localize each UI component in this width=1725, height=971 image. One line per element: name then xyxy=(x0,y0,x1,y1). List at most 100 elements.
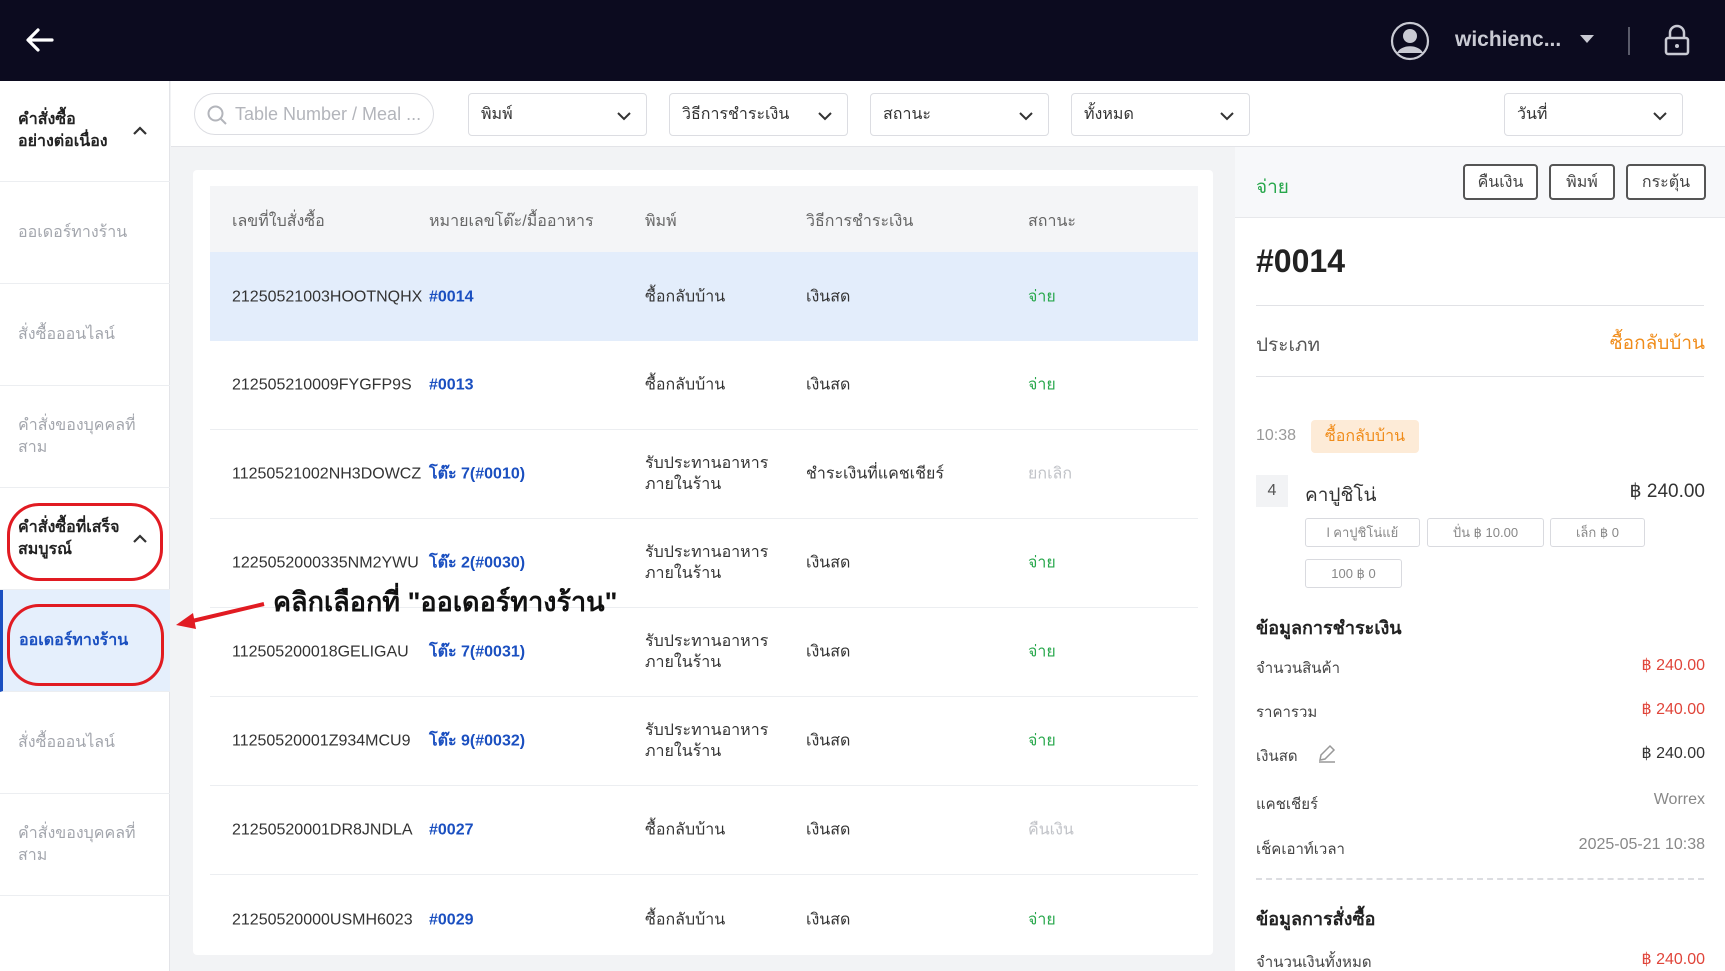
select-value: วันที่ xyxy=(1517,106,1548,123)
search-input[interactable]: Table Number / Meal ... xyxy=(194,93,434,135)
sidebar-group-label: คำสั่งซื้ออย่างต่อเนื่อง xyxy=(18,111,108,150)
table-number: โต๊ะ 9(#0032) xyxy=(429,732,526,750)
payment-method: เงินสด xyxy=(806,554,851,572)
chevron-down-icon xyxy=(818,112,832,121)
sidebar-item-label: สั่งซื้อออนไลน์ xyxy=(18,733,115,751)
type-label: ประเภท xyxy=(1256,335,1321,356)
order-type: ซื้อกลับบ้าน xyxy=(645,376,726,394)
annotation-arrow-icon xyxy=(176,602,265,629)
table-row[interactable]: 21250520000USMH6023 #0029 ซื้อกลับบ้าน เ… xyxy=(210,875,1198,964)
table-row[interactable]: 11250521002NH3DOWCZ โต๊ะ 7(#0010) รับประ… xyxy=(210,430,1198,519)
payment-method: เงินสด xyxy=(806,732,851,750)
caret-down-icon[interactable] xyxy=(1578,30,1596,48)
trigger-button[interactable]: กระตุ้น xyxy=(1626,164,1706,200)
print-button[interactable]: พิมพ์ xyxy=(1549,164,1615,200)
table-row[interactable]: 212505210009FYGFP9S #0013 ซื้อกลับบ้าน เ… xyxy=(210,341,1198,430)
order-status: จ่าย xyxy=(1028,288,1056,305)
annotation-text: คลิกเลือกที่ "ออเดอร์ทางร้าน" xyxy=(273,587,618,617)
sidebar-item-completed-third-party[interactable]: คำสั่งของบุคคลที่สาม xyxy=(0,794,170,896)
payment-value: ฿ 240.00 xyxy=(1641,701,1705,718)
order-status: คืนเงิน xyxy=(1028,821,1074,839)
username[interactable]: wichienc... xyxy=(1455,28,1561,52)
payment-value: ฿ 240.00 xyxy=(1641,657,1705,674)
sidebar: คำสั่งซื้ออย่างต่อเนื่อง ออเดอร์ทางร้าน … xyxy=(0,81,170,971)
item-option-tag: เล็ก ฿ 0 xyxy=(1550,518,1645,547)
search-placeholder: Table Number / Meal ... xyxy=(235,103,422,124)
sidebar-group-completed[interactable]: คำสั่งซื้อที่เสร็จสมบูรณ์ xyxy=(0,488,170,590)
order-id: 112505200018GELIGAU xyxy=(232,643,409,661)
payment-info-title: ข้อมูลการชำระเงิน xyxy=(1256,618,1402,638)
select-value: ทั้งหมด xyxy=(1084,106,1134,123)
user-circle-icon[interactable] xyxy=(1390,21,1430,61)
order-id: 21250520001DR8JNDLA xyxy=(232,821,413,839)
item-option-tag: ปั่น ฿ 10.00 xyxy=(1427,518,1544,547)
order-id: 1225052000335NM2YWU xyxy=(232,554,419,572)
order-type: ซื้อกลับบ้าน xyxy=(645,288,726,305)
date-filter-select[interactable]: วันที่ xyxy=(1504,93,1683,136)
sidebar-item-completed-store-orders[interactable]: ออเดอร์ทางร้าน xyxy=(0,590,170,692)
edit-pencil-icon[interactable] xyxy=(1317,743,1337,763)
payment-label: เช็คเอาท์เวลา xyxy=(1256,841,1345,858)
payment-label: แคชเชียร์ xyxy=(1256,796,1319,813)
table-number: #0029 xyxy=(429,911,474,928)
order-type: ซื้อกลับบ้าน xyxy=(645,821,726,839)
chevron-up-icon xyxy=(133,533,147,543)
search-icon xyxy=(207,105,227,125)
select-value: วิธีการชำระเงิน xyxy=(682,106,790,123)
refund-button[interactable]: คืนเงิน xyxy=(1463,164,1538,200)
orders-table: เลขที่ใบสั่งซื้อ หมายเลขโต๊ะ/มื้ออาหาร พ… xyxy=(193,170,1213,955)
order-id: 11250521002NH3DOWCZ xyxy=(232,465,422,483)
table-number: โต๊ะ 2(#0030) xyxy=(429,554,526,572)
sidebar-item-store-orders[interactable]: ออเดอร์ทางร้าน xyxy=(0,182,170,284)
order-number: #0014 xyxy=(1256,243,1345,279)
sidebar-item-label: ออเดอร์ทางร้าน xyxy=(19,631,129,649)
item-option-tag: l คาปูชิโน่แย้ xyxy=(1305,518,1420,547)
filter-bar: Table Number / Meal ... พิมพ์ วิธีการชำร… xyxy=(171,81,1725,147)
order-status: จ่าย xyxy=(1028,643,1056,661)
order-value: ฿ 240.00 xyxy=(1641,951,1705,968)
select-value: สถานะ xyxy=(883,106,931,123)
status-filter-select[interactable]: สถานะ xyxy=(870,93,1049,136)
table-row[interactable]: 21250521003HOOTNQHX #0014 ซื้อกลับบ้าน เ… xyxy=(210,252,1198,341)
table-row[interactable]: 21250520001DR8JNDLA #0027 ซื้อกลับบ้าน เ… xyxy=(210,786,1198,875)
arrow-left-icon[interactable] xyxy=(22,22,58,58)
sidebar-item-label: คำสั่งของบุคคลที่สาม xyxy=(18,416,136,456)
item-quantity: 4 xyxy=(1256,475,1288,507)
order-status: จ่าย xyxy=(1028,732,1056,750)
order-time: 10:38 xyxy=(1256,427,1297,444)
table-number: #0027 xyxy=(429,821,474,839)
detail-header: จ่าย คืนเงิน พิมพ์ กระตุ้น xyxy=(1235,147,1725,218)
order-type: รับประทานอาหารภายในร้าน xyxy=(645,722,769,760)
select-value: พิมพ์ xyxy=(481,106,513,123)
sidebar-item-third-party[interactable]: คำสั่งของบุคคลที่สาม xyxy=(0,386,170,488)
sidebar-item-online-orders[interactable]: สั่งซื้อออนไลน์ xyxy=(0,284,170,386)
order-info-title: ข้อมูลการสั่งซื้อ xyxy=(1256,909,1376,929)
table-row[interactable]: 11250520001Z934MCU9 โต๊ะ 9(#0032) รับประ… xyxy=(210,697,1198,786)
chevron-down-icon xyxy=(1653,112,1667,121)
type-value: ซื้อกลับบ้าน xyxy=(1609,333,1705,354)
payment-method: เงินสด xyxy=(806,376,851,394)
header-divider xyxy=(1628,27,1630,55)
order-type: รับประทานอาหารภายในร้าน xyxy=(645,544,769,582)
payment-method: ชำระเงินที่แคชเชียร์ xyxy=(806,465,944,483)
dashed-divider xyxy=(1256,878,1704,880)
sidebar-item-completed-online[interactable]: สั่งซื้อออนไลน์ xyxy=(0,692,170,794)
column-header: วิธีการชำระเงิน xyxy=(806,213,914,230)
table-header: เลขที่ใบสั่งซื้อ หมายเลขโต๊ะ/มื้ออาหาร พ… xyxy=(210,186,1198,252)
item-option-tag: 100 ฿ 0 xyxy=(1305,559,1402,588)
all-filter-select[interactable]: ทั้งหมด xyxy=(1071,93,1250,136)
table-number: โต๊ะ 7(#0010) xyxy=(429,465,526,483)
payment-filter-select[interactable]: วิธีการชำระเงิน xyxy=(669,93,848,136)
order-type: รับประทานอาหารภายในร้าน xyxy=(645,455,769,493)
type-filter-select[interactable]: พิมพ์ xyxy=(468,93,647,136)
order-type: รับประทานอาหารภายในร้าน xyxy=(645,633,769,671)
sidebar-group-ongoing[interactable]: คำสั่งซื้ออย่างต่อเนื่อง xyxy=(0,81,170,182)
order-status: จ่าย xyxy=(1028,376,1056,394)
table-number: โต๊ะ 7(#0031) xyxy=(429,643,526,661)
lock-icon[interactable] xyxy=(1662,24,1692,56)
order-status: จ่าย xyxy=(1028,911,1056,928)
payment-method: เงินสด xyxy=(806,643,851,661)
chevron-down-icon xyxy=(617,112,631,121)
order-status: ยกเลิก xyxy=(1028,465,1073,483)
order-id: 21250520000USMH6023 xyxy=(232,911,413,928)
